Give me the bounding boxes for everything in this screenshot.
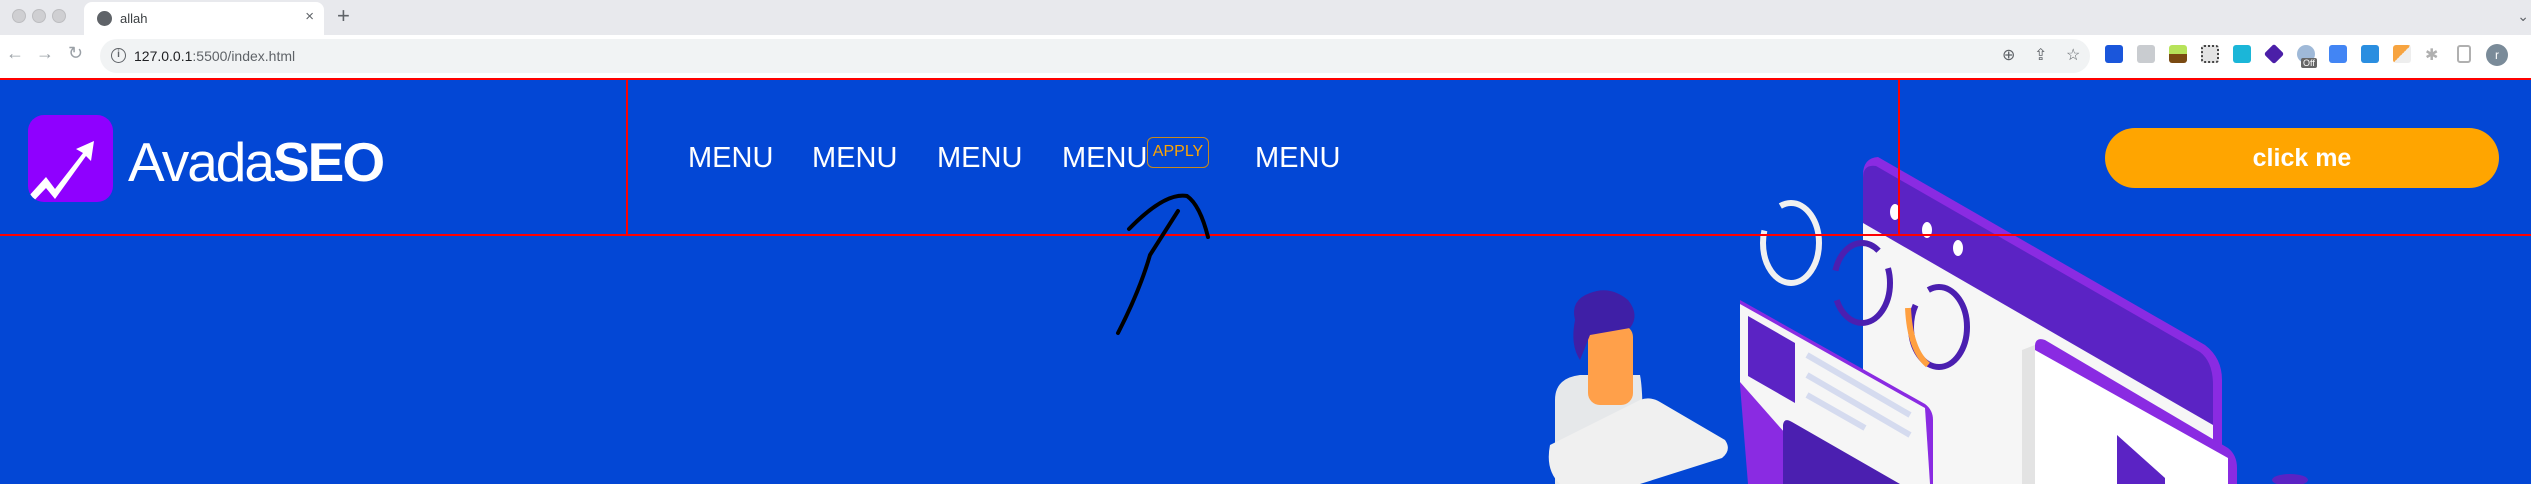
- nav-menu-2[interactable]: MENU: [812, 142, 897, 175]
- debug-divider: [1898, 80, 1900, 234]
- nav-menu-1[interactable]: MENU: [688, 142, 773, 175]
- decorative-blob: [2272, 474, 2308, 484]
- debug-divider: [626, 80, 628, 234]
- nav-menu-5[interactable]: MENU: [1255, 142, 1340, 175]
- nav-menu-3[interactable]: MENU: [937, 142, 1022, 175]
- logo-wordmark[interactable]: AvadaSEO: [128, 130, 385, 194]
- site-header: AvadaSEO MENU MENU MENU MENU APPLY MENU …: [0, 78, 2531, 236]
- person-figure: [1548, 290, 1728, 484]
- click-me-button[interactable]: click me: [2105, 128, 2499, 188]
- hero-illustration: [1548, 157, 2308, 484]
- nav-menu-4[interactable]: MENU: [1062, 142, 1147, 175]
- apply-badge[interactable]: APPLY: [1147, 137, 1209, 168]
- logo-icon[interactable]: [28, 115, 113, 202]
